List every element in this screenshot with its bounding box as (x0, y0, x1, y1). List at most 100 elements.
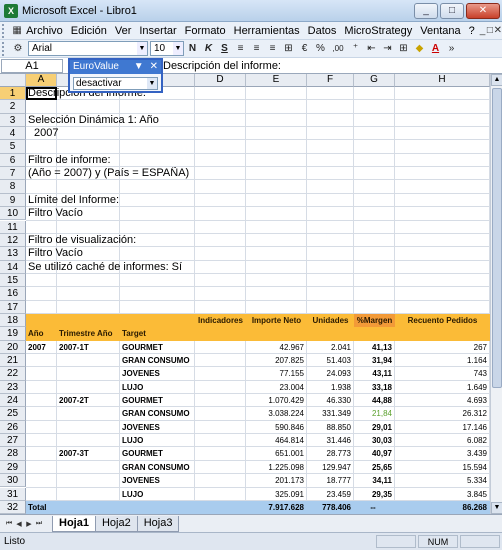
menu-insertar[interactable]: Insertar (135, 25, 180, 37)
info-text-row-12[interactable]: Filtro de visualización: (26, 234, 326, 247)
info-text-row-4[interactable]: 2007 (26, 127, 326, 140)
info-text-row-9[interactable]: Límite del Informe: (26, 194, 326, 207)
doc-restore-button[interactable]: □ (486, 25, 493, 36)
currency-icon[interactable]: € (297, 41, 312, 57)
decrease-indent-icon[interactable]: ⇤ (364, 41, 379, 57)
row-header-6[interactable]: 6 (0, 153, 26, 168)
row-header-27[interactable]: 27 (0, 434, 26, 448)
increase-indent-icon[interactable]: ⇥ (380, 41, 395, 57)
merge-center-icon[interactable]: ⊞ (281, 41, 296, 57)
value-cell[interactable]: 40,97 (354, 447, 395, 460)
name-box[interactable]: A1 (1, 58, 63, 73)
maximize-button[interactable]: □ (440, 2, 464, 19)
value-cell[interactable]: 1.938 (307, 381, 354, 394)
value-cell[interactable]: 18.777 (307, 474, 354, 487)
value-cell[interactable]: 207.825 (246, 354, 307, 367)
row-header-19[interactable]: 19 (0, 327, 26, 341)
workbook-icon[interactable]: ▦ (12, 23, 22, 39)
value-cell[interactable]: 28.773 (307, 447, 354, 460)
menu-ver[interactable]: Ver (111, 25, 136, 37)
row-header-24[interactable]: 24 (0, 394, 26, 408)
microstrategy-icon[interactable]: ⚙ (10, 41, 26, 57)
row-header-2[interactable]: 2 (0, 100, 26, 114)
increase-decimal-icon[interactable]: ⁺ (348, 41, 363, 57)
target-cell[interactable]: LUJO (122, 381, 195, 394)
menu-help[interactable]: ? (465, 25, 479, 37)
tab-hoja3[interactable]: Hoja3 (136, 515, 180, 532)
column-header-d[interactable]: D (195, 74, 246, 87)
value-cell[interactable]: 325.091 (246, 488, 307, 501)
value-cell[interactable]: 25,65 (354, 461, 395, 474)
value-cell[interactable]: 3.038.224 (246, 407, 307, 420)
row-header-10[interactable]: 10 (0, 207, 26, 221)
row-header-17[interactable]: 17 (0, 300, 26, 314)
value-cell[interactable]: 4.693 (395, 394, 490, 407)
row-header-28[interactable]: 28 (0, 447, 26, 461)
value-cell[interactable]: 46.330 (307, 394, 354, 407)
value-cell[interactable]: 590.846 (246, 421, 307, 434)
menu-datos[interactable]: Datos (304, 25, 341, 37)
close-button[interactable]: ✕ (466, 2, 500, 19)
value-cell[interactable]: 42.967 (246, 341, 307, 354)
menu-ventana[interactable]: Ventana (416, 25, 464, 37)
value-cell[interactable]: 51.403 (307, 354, 354, 367)
row-header-4[interactable]: 4 (0, 127, 26, 141)
row-header-21[interactable]: 21 (0, 354, 26, 368)
value-cell[interactable]: 2.041 (307, 341, 354, 354)
menu-edicion[interactable]: Edición (67, 25, 111, 37)
header-h[interactable]: Recuento Pedidos (395, 314, 490, 327)
target-cell[interactable]: GRAN CONSUMO (122, 461, 195, 474)
target-cell[interactable]: JOVENES (122, 474, 195, 487)
row-header-7[interactable]: 7 (0, 167, 26, 181)
font-color-icon[interactable]: A (428, 41, 443, 57)
tab-hoja1[interactable]: Hoja1 (52, 515, 96, 532)
header-g[interactable]: %Margen (354, 313, 395, 328)
target-cell[interactable]: LUJO (122, 488, 195, 501)
value-cell[interactable]: 23.004 (246, 381, 307, 394)
tab-hoja2[interactable]: Hoja2 (94, 515, 138, 532)
align-left-icon[interactable]: ≡ (233, 41, 248, 57)
total-label[interactable]: Total (28, 501, 78, 514)
chevron-down-icon[interactable]: ▼ (131, 60, 147, 74)
target-cell[interactable]: JOVENES (122, 367, 195, 380)
column-header-e[interactable]: E (246, 74, 307, 87)
select-all-corner[interactable] (0, 74, 26, 87)
vertical-scrollbar[interactable]: ▲ ▼ (490, 74, 502, 514)
row-header-3[interactable]: 3 (0, 113, 26, 128)
row-header-1[interactable]: 1 (0, 87, 26, 101)
row-header-9[interactable]: 9 (0, 193, 26, 208)
value-cell[interactable]: 88.850 (307, 421, 354, 434)
row-header-29[interactable]: 29 (0, 460, 26, 475)
value-cell[interactable]: 1.070.429 (246, 394, 307, 407)
value-cell[interactable]: 1.649 (395, 381, 490, 394)
info-text-row-6[interactable]: Filtro de informe: (26, 154, 326, 167)
value-cell[interactable]: 29,01 (354, 421, 395, 434)
quarter-cell[interactable]: 2007-1T (57, 341, 120, 354)
target-cell[interactable]: GOURMET (122, 341, 195, 354)
header-a[interactable]: Año (28, 327, 57, 340)
value-cell[interactable]: 29,35 (354, 488, 395, 501)
column-header-f[interactable]: F (307, 74, 354, 87)
row-header-11[interactable]: 11 (0, 220, 26, 234)
scroll-down-icon[interactable]: ▼ (491, 502, 502, 514)
row-header-12[interactable]: 12 (0, 233, 26, 248)
eurovalue-select[interactable]: desactivar ▼ (73, 77, 158, 90)
target-cell[interactable]: GRAN CONSUMO (122, 407, 195, 420)
column-header-g[interactable]: G (354, 74, 395, 87)
minimize-button[interactable]: _ (414, 2, 438, 19)
info-text-row-10[interactable]: Filtro Vacío (26, 207, 326, 220)
value-cell[interactable]: 31.446 (307, 434, 354, 447)
underline-button[interactable]: S (217, 41, 232, 57)
row-header-18[interactable]: 18 (0, 313, 26, 328)
menu-microstrategy[interactable]: MicroStrategy (340, 25, 416, 37)
menu-herramientas[interactable]: Herramientas (230, 25, 304, 37)
first-sheet-icon[interactable]: ⏮ (4, 520, 14, 528)
row-header-26[interactable]: 26 (0, 420, 26, 435)
align-right-icon[interactable]: ≡ (265, 41, 280, 57)
value-cell[interactable]: 6.082 (395, 434, 490, 447)
value-cell[interactable]: 743 (395, 367, 490, 380)
value-cell[interactable]: 1.225.098 (246, 461, 307, 474)
row-header-16[interactable]: 16 (0, 287, 26, 301)
row-header-32[interactable]: 32 (0, 500, 26, 514)
next-sheet-icon[interactable]: ▶ (24, 520, 34, 528)
